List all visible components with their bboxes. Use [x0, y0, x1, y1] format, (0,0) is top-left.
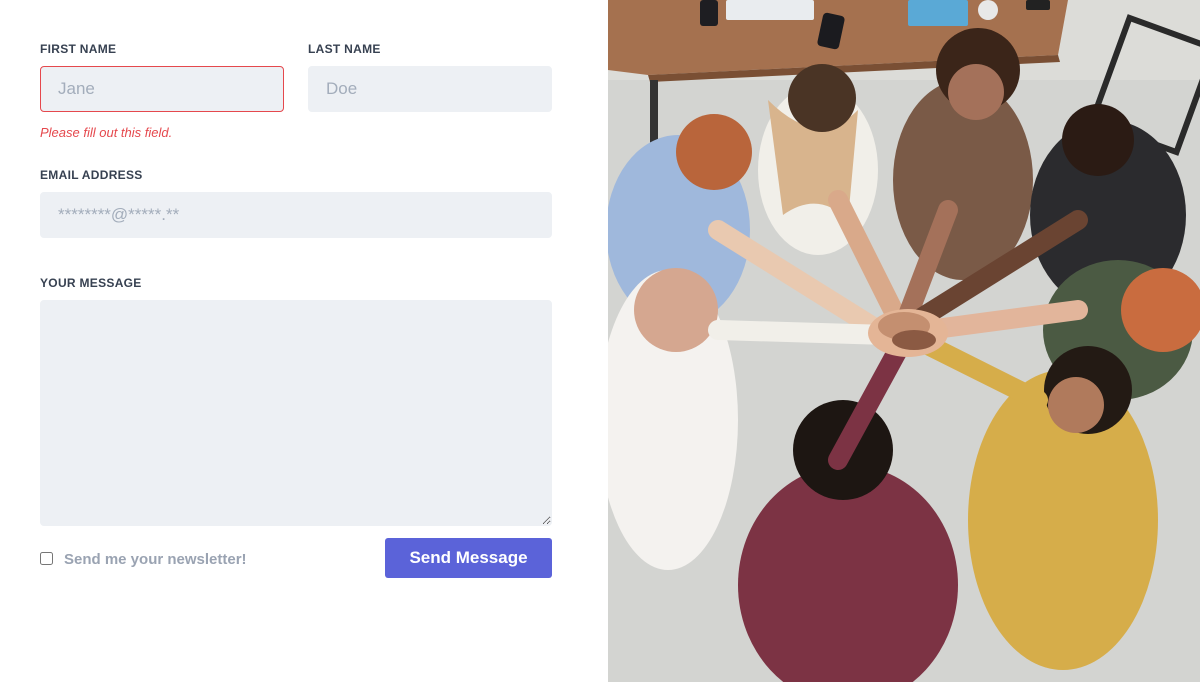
first-name-error: Please fill out this field.	[40, 125, 173, 140]
team-photo-illustration	[608, 0, 1200, 682]
contact-form: FIRST NAME Please fill out this field. L…	[40, 0, 552, 682]
newsletter-checkbox[interactable]	[40, 551, 53, 565]
send-message-button[interactable]: Send Message	[385, 538, 552, 578]
contact-page: FIRST NAME Please fill out this field. L…	[0, 0, 1200, 682]
team-photo	[608, 0, 1200, 682]
first-name-label: FIRST NAME	[40, 42, 117, 56]
newsletter-label[interactable]: Send me your newsletter!	[64, 551, 247, 568]
email-input[interactable]	[40, 192, 552, 238]
message-textarea[interactable]	[40, 300, 552, 526]
email-label: EMAIL ADDRESS	[40, 168, 143, 182]
message-label: YOUR MESSAGE	[40, 276, 142, 290]
first-name-input[interactable]	[40, 66, 284, 112]
newsletter-option: Send me your newsletter!	[40, 548, 247, 568]
last-name-input[interactable]	[308, 66, 552, 112]
last-name-label: LAST NAME	[308, 42, 381, 56]
